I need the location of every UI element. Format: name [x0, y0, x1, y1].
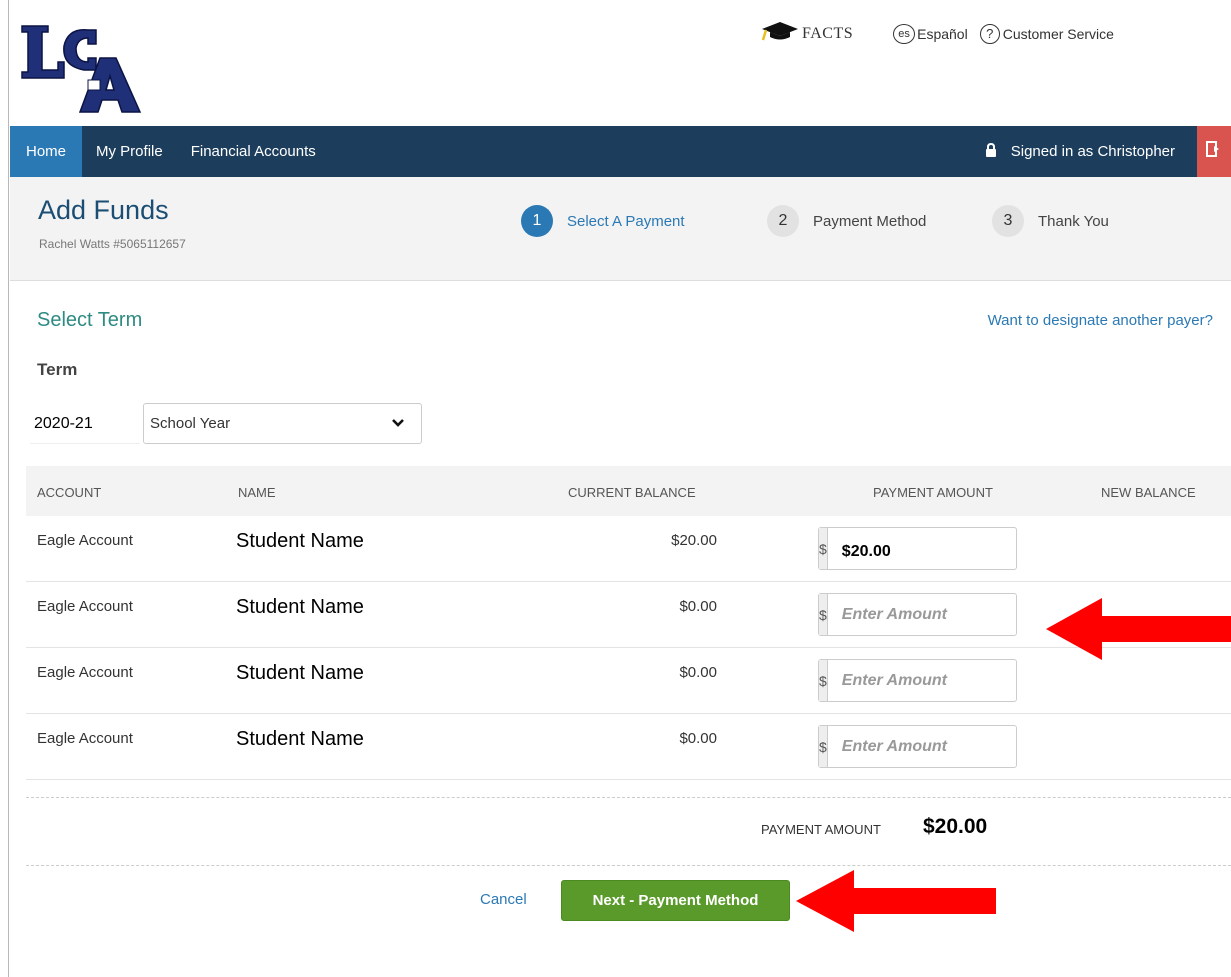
student-name-cell: Student Name [236, 728, 364, 750]
account-cell: Eagle Account [37, 730, 133, 747]
section-title-select-term: Select Term [37, 309, 143, 331]
nav-home[interactable]: Home [10, 126, 83, 177]
payment-amount-field: $ [818, 725, 1049, 768]
school-logo[interactable] [18, 18, 148, 114]
dollar-prefix: $ [819, 528, 828, 569]
accounts-table-header: ACCOUNT NAME CURRENT BALANCE PAYMENT AMO… [26, 466, 1231, 516]
payment-amount-input[interactable] [827, 726, 1049, 767]
espanol-link[interactable]: es Español [893, 23, 968, 44]
dollar-prefix: $ [819, 660, 828, 701]
account-cell: Eagle Account [37, 532, 133, 549]
step-label: Select A Payment [567, 212, 685, 230]
annotation-arrow-left [1046, 598, 1231, 660]
main-navbar: Home My Profile Financial Accounts Signe… [10, 126, 1231, 177]
total-payment-label: PAYMENT AMOUNT [761, 822, 881, 837]
espanol-label: Español [917, 25, 968, 42]
page-subtitle: Rachel Watts #5065112657 [39, 237, 186, 251]
column-header-current-balance: CURRENT BALANCE [568, 485, 696, 500]
column-header-new-balance: NEW BALANCE [1101, 485, 1196, 500]
page-title: Add Funds [38, 195, 169, 225]
payment-amount-input[interactable] [827, 528, 1061, 569]
payment-amount-input[interactable] [827, 594, 1049, 635]
facts-label: FACTS [802, 24, 854, 42]
step-thank-you: 3 Thank You [992, 205, 1109, 237]
column-header-name: NAME [238, 485, 276, 500]
current-balance-cell: $0.00 [679, 664, 717, 681]
divider [26, 865, 1231, 866]
student-name-cell: Student Name [236, 662, 364, 684]
language-icon: es [893, 23, 916, 44]
top-utility-links: FACTS es Español ? Customer Service [760, 20, 1114, 47]
graduation-cap-icon [760, 20, 802, 47]
signed-in-status: Signed in as Christopher [985, 126, 1175, 177]
table-row: Eagle Account Student Name $20.00 $ [26, 516, 1231, 582]
sign-out-icon [1206, 140, 1222, 163]
payment-amount-field: $ [818, 593, 1049, 636]
current-balance-cell: $0.00 [679, 730, 717, 747]
term-select[interactable]: School Year [143, 403, 422, 444]
next-payment-method-button[interactable]: Next - Payment Method [561, 880, 790, 921]
step-label: Payment Method [813, 212, 927, 230]
nav-financial-accounts[interactable]: Financial Accounts [177, 126, 330, 177]
cancel-link[interactable]: Cancel [480, 891, 527, 908]
signed-in-label: Signed in as Christopher [1010, 143, 1175, 160]
column-header-account: ACCOUNT [37, 485, 102, 500]
payment-amount-field: $ [818, 527, 1061, 570]
customer-service-link[interactable]: ? Customer Service [979, 23, 1114, 44]
step-payment-method: 2 Payment Method [767, 205, 926, 237]
annotation-arrow-left [796, 870, 996, 932]
payment-amount-input[interactable] [827, 660, 1049, 701]
dollar-prefix: $ [819, 726, 828, 767]
dollar-prefix: $ [819, 594, 828, 635]
divider [26, 797, 1231, 798]
student-name-cell: Student Name [236, 596, 364, 618]
page-header-band: Add Funds Rachel Watts #5065112657 1 Sel… [10, 177, 1231, 281]
student-name-cell: Student Name [236, 530, 364, 552]
total-payment-value: $20.00 [923, 815, 988, 838]
customer-service-label: Customer Service [1002, 25, 1114, 42]
term-label: Term [37, 360, 78, 379]
account-cell: Eagle Account [37, 598, 133, 615]
term-year: 2020-21 [30, 404, 140, 444]
step-number: 1 [521, 205, 553, 237]
step-label: Thank You [1038, 212, 1109, 230]
chevron-down-icon [391, 416, 405, 433]
nav-my-profile[interactable]: My Profile [82, 126, 177, 177]
step-number: 2 [767, 205, 799, 237]
lock-icon [985, 142, 1011, 161]
current-balance-cell: $20.00 [671, 532, 717, 549]
step-number: 3 [992, 205, 1024, 237]
page-left-border [8, 0, 9, 977]
help-icon: ? [979, 23, 1000, 44]
account-cell: Eagle Account [37, 664, 133, 681]
current-balance-cell: $0.00 [679, 598, 717, 615]
payment-amount-field: $ [818, 659, 1049, 702]
step-select-payment: 1 Select A Payment [521, 205, 685, 237]
facts-link[interactable]: FACTS [760, 20, 853, 47]
sign-out-button[interactable] [1197, 126, 1231, 177]
designate-payer-link[interactable]: Want to designate another payer? [988, 312, 1213, 329]
term-select-value: School Year [150, 415, 231, 432]
column-header-payment-amount: PAYMENT AMOUNT [873, 485, 993, 500]
table-row: Eagle Account Student Name $0.00 $ [26, 714, 1231, 780]
